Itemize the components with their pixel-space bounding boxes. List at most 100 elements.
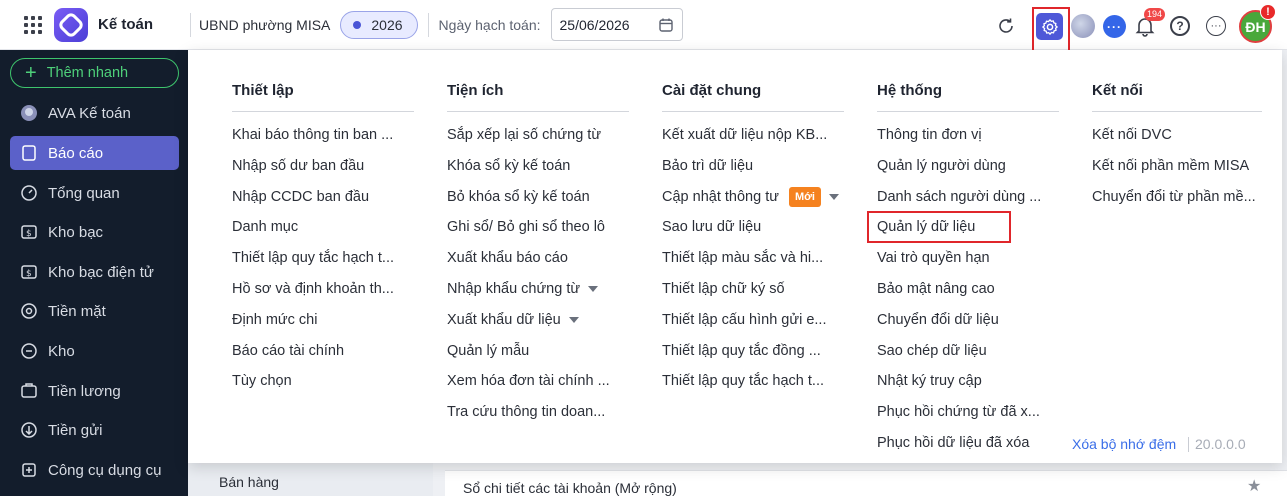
quick-add-button[interactable]: + Thêm nhanh [10, 58, 179, 88]
menu-item[interactable]: Ghi sổ/ Bỏ ghi sổ theo lô [447, 217, 605, 237]
menu-item[interactable]: Nhập CCDC ban đầu [232, 187, 369, 207]
menu-item[interactable]: Bỏ khóa sổ kỳ kế toán [447, 187, 590, 207]
sidebar-item-salary[interactable]: Tiền lương [10, 374, 179, 408]
report-row[interactable]: Sổ chi tiết các tài khoản (Mở rộng) [445, 470, 1287, 496]
more-options-icon[interactable]: ··· [1206, 16, 1226, 36]
sidebar-item-label: Tiền mặt [48, 302, 106, 320]
menu-item[interactable]: Hồ sơ và định khoản th... [232, 279, 394, 299]
warehouse-icon [20, 342, 38, 360]
menu-item[interactable]: Kết nối DVC [1092, 125, 1172, 145]
divider [427, 12, 429, 37]
menu-item[interactable]: Tùy chọn [232, 371, 292, 391]
caret-down-icon[interactable] [588, 286, 599, 293]
salary-icon [20, 382, 38, 400]
report-icon [20, 144, 38, 162]
menu-item[interactable]: Chuyển đổi dữ liệu [877, 310, 999, 330]
menu-item[interactable]: Nhập số dư ban đầu [232, 156, 364, 176]
menu-item[interactable]: Tra cứu thông tin doan... [447, 402, 605, 422]
menu-item[interactable]: Vai trò quyền hạn [877, 248, 990, 268]
chat-icon[interactable]: ··· [1103, 15, 1126, 38]
column-divider [877, 111, 1059, 112]
menu-item[interactable]: Báo cáo tài chính [232, 341, 344, 361]
menu-item-label: Xuất khẩu dữ liệu [447, 312, 561, 328]
menu-item[interactable]: Phục hồi dữ liệu đã xóa [877, 433, 1029, 453]
clear-cache-link[interactable]: Xóa bộ nhớ đệm [1072, 436, 1176, 452]
year-selector[interactable]: 2026 [340, 10, 418, 39]
apps-grid-icon[interactable] [22, 14, 44, 36]
notification-count-badge: 194 [1144, 8, 1166, 21]
caret-down-icon[interactable] [828, 194, 839, 201]
menu-item[interactable]: Bảo trì dữ liệu [662, 156, 753, 176]
menu-item[interactable]: Kết xuất dữ liệu nộp KB... [662, 125, 827, 145]
menu-item[interactable]: Sao lưu dữ liệu [662, 217, 761, 237]
menu-item[interactable]: Thiết lập quy tắc hạch t... [232, 248, 394, 268]
sidebar-item-deposit[interactable]: Tiền gửi [10, 413, 179, 447]
sidebar-item-cash[interactable]: Tiền mặt [10, 294, 179, 328]
menu-item[interactable]: Khai báo thông tin ban ... [232, 125, 393, 145]
menu-item-update-circular[interactable]: Cập nhật thông tư Mới [662, 187, 839, 208]
menu-item[interactable]: Bảo mật nâng cao [877, 279, 995, 299]
menu-item[interactable]: Chuyển đổi từ phần mề... [1092, 187, 1256, 207]
menu-item[interactable]: Danh mục [232, 217, 298, 237]
star-icon[interactable]: ★ [1247, 476, 1261, 496]
menu-item[interactable]: Thiết lập cấu hình gửi e... [662, 310, 826, 330]
column-divider [232, 111, 414, 112]
sidebar-item-report[interactable]: Báo cáo [10, 136, 179, 170]
menu-item-import-vouchers[interactable]: Nhập khẩu chứng từ [447, 279, 599, 299]
column-title: Tiện ích [447, 82, 504, 99]
deposit-icon [20, 421, 38, 439]
sidebar-item-label: Kho bạc điện tử [48, 263, 154, 281]
menu-item[interactable]: Danh sách người dùng ... [877, 187, 1041, 207]
user-alert-badge: ! [1260, 4, 1276, 20]
help-icon[interactable]: ? [1170, 16, 1190, 36]
menu-item[interactable]: Sao chép dữ liệu [877, 341, 987, 361]
menu-item[interactable]: Thiết lập quy tắc hạch t... [662, 371, 824, 391]
sidebar-item-tools[interactable]: Công cụ dụng cụ [10, 453, 179, 487]
menu-item[interactable]: Xem hóa đơn tài chính ... [447, 371, 610, 391]
posting-date-field[interactable]: 25/06/2026 [550, 8, 683, 41]
menu-item[interactable]: Định mức chi [232, 310, 317, 330]
data-management-highlight-box [867, 211, 1011, 243]
sidebar-item-ava[interactable]: AVA Kế toán [10, 96, 179, 130]
menu-item[interactable]: Thông tin đơn vị [877, 125, 982, 145]
app-logo[interactable] [54, 7, 88, 42]
svg-text:$: $ [26, 269, 32, 279]
sidebar-item-warehouse[interactable]: Kho [10, 334, 179, 368]
menu-item[interactable]: Thiết lập chữ ký số [662, 279, 785, 299]
menu-item[interactable]: Nhật ký truy cập [877, 371, 982, 391]
report-row-label: Sổ chi tiết các tài khoản (Mở rộng) [463, 480, 677, 496]
menu-item-label: Nhập khẩu chứng từ [447, 281, 581, 297]
sidebar-item-label: Tiền lương [48, 382, 121, 400]
settings-button[interactable] [1036, 13, 1063, 40]
refresh-icon[interactable] [995, 15, 1017, 37]
column-title: Kết nối [1092, 82, 1143, 99]
column-divider [1092, 111, 1262, 112]
sidebar-item-label: Công cụ dụng cụ [48, 461, 162, 479]
menu-item[interactable]: Sắp xếp lại số chứng từ [447, 125, 601, 145]
footer-divider [1188, 437, 1189, 452]
menu-item[interactable]: Khóa sổ kỳ kế toán [447, 156, 570, 176]
menu-item[interactable]: Xuất khẩu báo cáo [447, 248, 568, 268]
menu-item[interactable]: Kết nối phần mềm MISA [1092, 156, 1249, 176]
menu-item[interactable]: Quản lý người dùng [877, 156, 1006, 176]
app-title: Kế toán [98, 16, 154, 33]
version-label: 20.0.0.0 [1195, 436, 1246, 452]
tools-icon [20, 461, 38, 479]
report-group-item[interactable]: Bán hàng [188, 463, 433, 496]
column-divider [662, 111, 844, 112]
divider [190, 12, 192, 37]
sidebar-item-e-treasury[interactable]: $ Kho bạc điện tử [10, 255, 179, 289]
menu-item[interactable]: Phục hồi chứng từ đã x... [877, 402, 1040, 422]
sidebar-item-overview[interactable]: Tổng quan [10, 176, 179, 210]
ava-assistant-avatar[interactable] [1071, 14, 1095, 38]
menu-item[interactable]: Quản lý mẫu [447, 341, 529, 361]
org-name[interactable]: UBND phường MISA [199, 17, 330, 33]
menu-item[interactable]: Thiết lập màu sắc và hi... [662, 248, 823, 268]
caret-down-icon[interactable] [568, 317, 579, 324]
ava-icon [20, 104, 38, 122]
svg-text:$: $ [26, 229, 32, 239]
sidebar-item-treasury[interactable]: $ Kho bạc [10, 215, 179, 249]
menu-item[interactable]: Thiết lập quy tắc đồng ... [662, 341, 821, 361]
menu-item-export-data[interactable]: Xuất khẩu dữ liệu [447, 310, 579, 330]
calendar-icon[interactable] [658, 17, 674, 33]
